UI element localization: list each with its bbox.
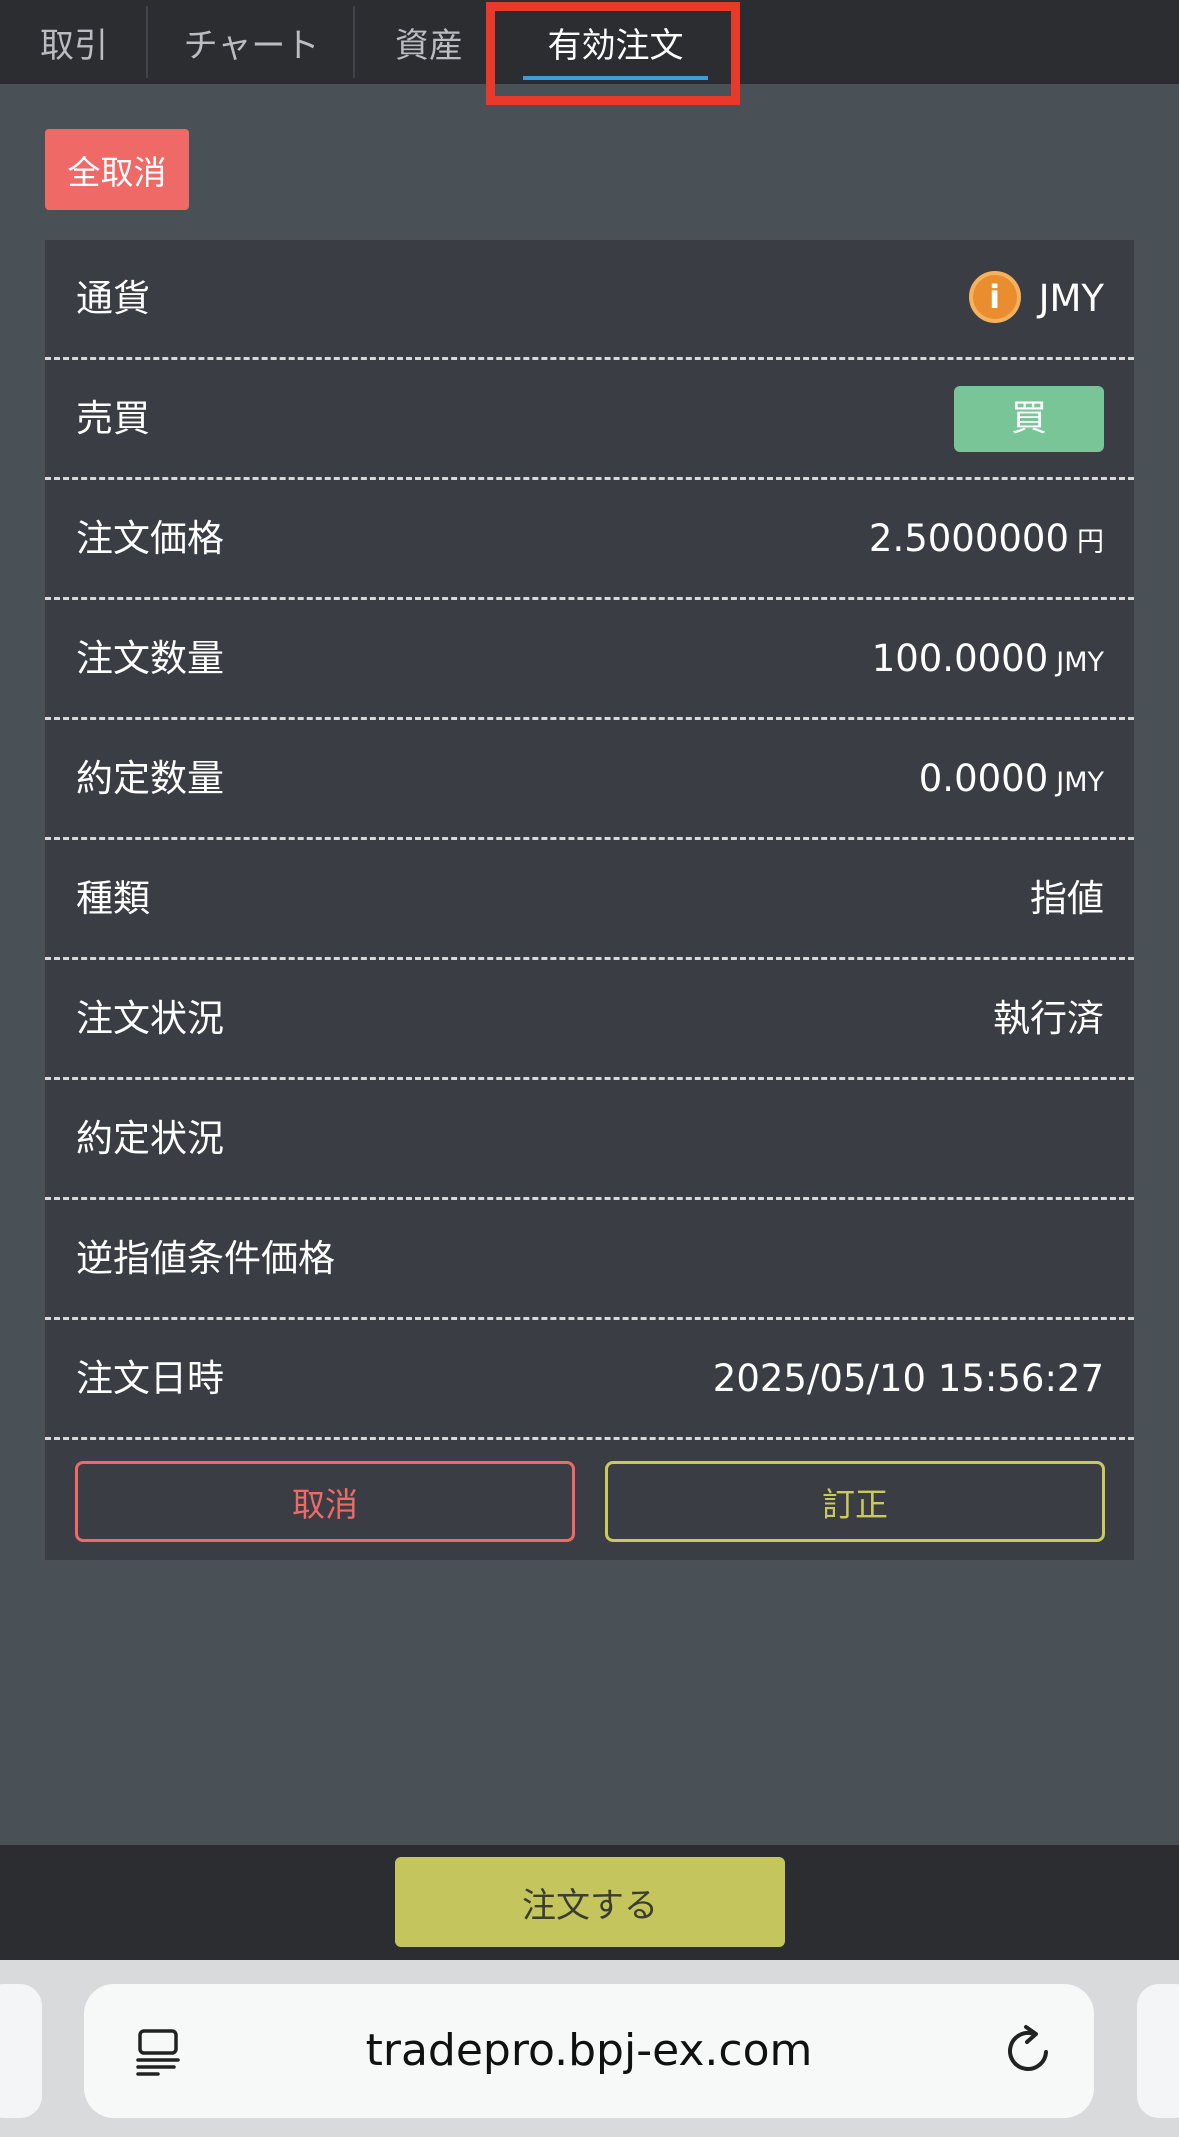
filled-quantity-value: 0.0000 xyxy=(918,757,1049,800)
datetime-label: 注文日時 xyxy=(76,1357,224,1400)
tab-trade-label: 取引 xyxy=(40,25,108,66)
tab-chart-label: チャート xyxy=(183,25,320,66)
row-status: 注文状況 執行済 xyxy=(45,960,1134,1080)
stop-price-label: 逆指値条件価格 xyxy=(76,1237,335,1280)
tab-active-orders-label: 有効注文 xyxy=(547,25,684,66)
reload-icon[interactable] xyxy=(1000,2022,1056,2078)
order-card: 通貨 i JMY 売買 買 注文価格 2.5000000 円 注文数量 100.00… xyxy=(45,240,1134,1560)
row-currency: 通貨 i JMY xyxy=(45,240,1134,360)
type-label: 種類 xyxy=(76,877,150,920)
filled-quantity-label: 約定数量 xyxy=(76,757,224,800)
row-type: 種類 指値 xyxy=(45,840,1134,960)
type-value: 指値 xyxy=(1030,877,1104,920)
url-text: tradepro.bpj-ex.com xyxy=(365,2025,813,2076)
fill-status-label: 約定状況 xyxy=(76,1117,224,1160)
quantity-unit: JMY xyxy=(1056,647,1104,678)
row-price: 注文価格 2.5000000 円 xyxy=(45,480,1134,600)
currency-value: JMY xyxy=(1038,277,1104,320)
tab-bar: 取引 チャート 資産 有効注文 xyxy=(0,0,1179,84)
address-bar[interactable]: tradepro.bpj-ex.com xyxy=(84,1984,1094,2118)
buy-badge: 買 xyxy=(954,386,1104,452)
row-filled-quantity: 約定数量 0.0000 JMY xyxy=(45,720,1134,840)
currency-label: 通貨 xyxy=(76,277,150,320)
bottom-bar: 注文する xyxy=(0,1845,1179,1960)
cancel-order-button[interactable]: 取消 xyxy=(75,1461,575,1542)
next-tab-preview[interactable] xyxy=(1137,1984,1179,2118)
cancel-all-button[interactable]: 全取消 xyxy=(45,129,189,210)
currency-value-wrap: i JMY xyxy=(968,240,1104,357)
tab-assets-label: 資産 xyxy=(395,25,463,66)
filled-quantity-value-wrap: 0.0000 JMY xyxy=(919,720,1104,837)
filled-quantity-unit: JMY xyxy=(1056,767,1104,798)
tab-chart[interactable]: チャート xyxy=(148,0,355,84)
place-order-button[interactable]: 注文する xyxy=(395,1857,785,1947)
tab-active-orders[interactable]: 有効注文 xyxy=(503,0,728,84)
active-tab-underline xyxy=(523,76,708,80)
status-label: 注文状況 xyxy=(76,997,224,1040)
price-value: 2.5000000 xyxy=(868,517,1069,560)
quantity-value: 100.0000 xyxy=(871,637,1049,680)
jmy-coin-icon: i xyxy=(968,270,1021,323)
side-label: 売買 xyxy=(76,397,150,440)
row-quantity: 注文数量 100.0000 JMY xyxy=(45,600,1134,720)
quantity-value-wrap: 100.0000 JMY xyxy=(872,600,1104,717)
row-stop-price: 逆指値条件価格 xyxy=(45,1200,1134,1320)
row-datetime: 注文日時 2025/05/10 15:56:27 xyxy=(45,1320,1134,1440)
datetime-value: 2025/05/10 15:56:27 xyxy=(712,1357,1104,1400)
price-label: 注文価格 xyxy=(76,517,224,560)
row-fill-status: 約定状況 xyxy=(45,1080,1134,1200)
quantity-label: 注文数量 xyxy=(76,637,224,680)
tab-trade[interactable]: 取引 xyxy=(0,0,148,84)
status-value: 執行済 xyxy=(993,997,1104,1040)
browser-toolbar: tradepro.bpj-ex.com xyxy=(0,1960,1179,2137)
price-value-wrap: 2.5000000 円 xyxy=(869,480,1104,597)
price-unit: 円 xyxy=(1077,527,1104,558)
tab-assets[interactable]: 資産 xyxy=(355,0,503,84)
amend-order-button[interactable]: 訂正 xyxy=(605,1461,1105,1542)
previous-tab-preview[interactable] xyxy=(0,1984,42,2118)
